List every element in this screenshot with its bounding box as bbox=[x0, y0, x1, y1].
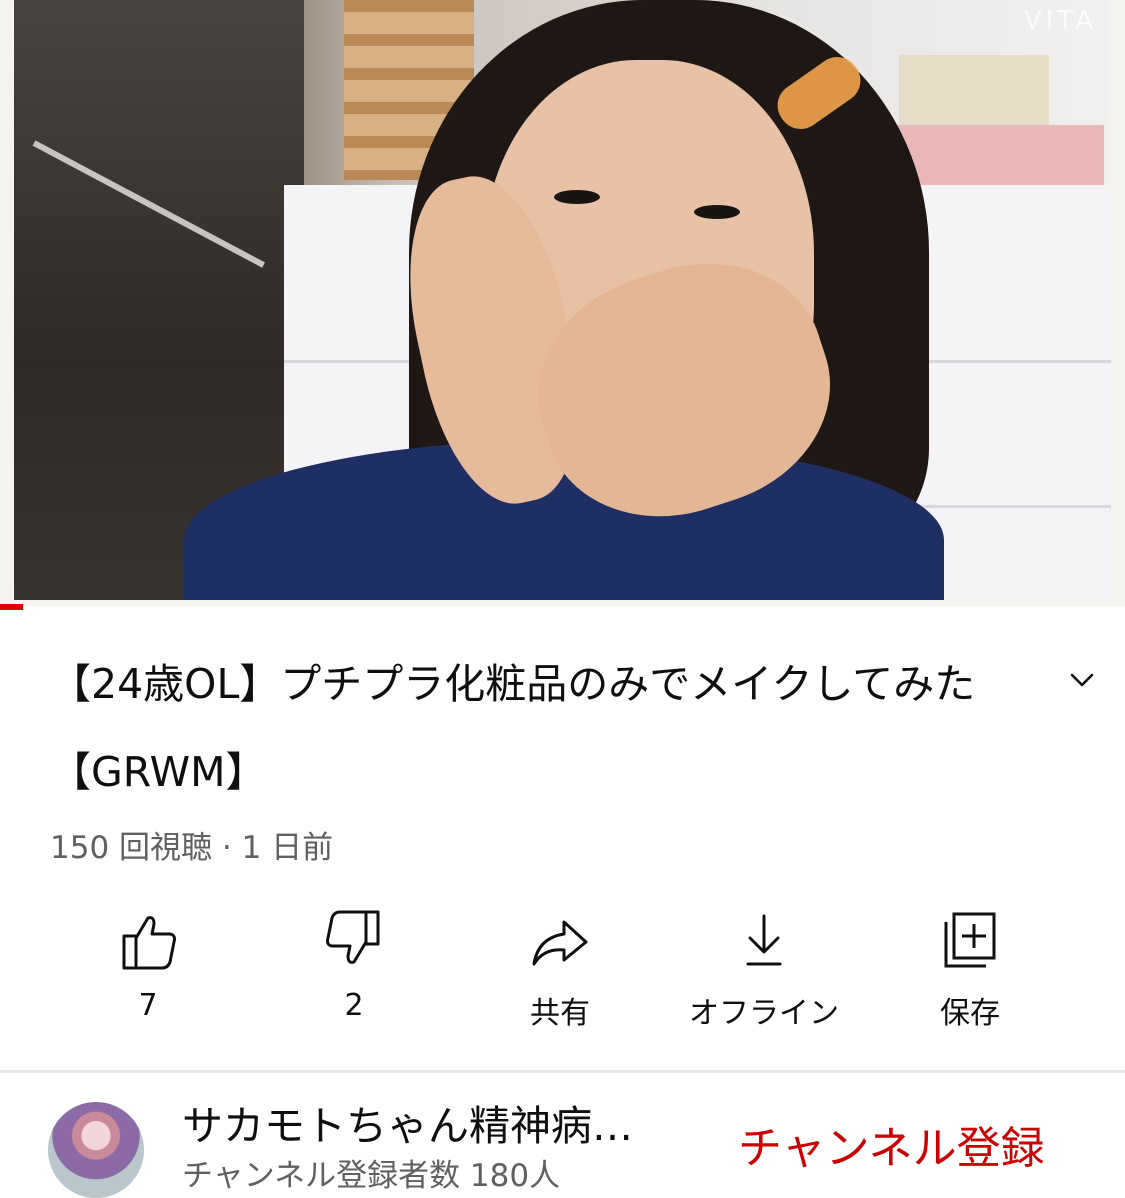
save-button[interactable]: 保存 bbox=[870, 900, 1070, 1031]
download-button[interactable]: オフライン bbox=[664, 900, 864, 1031]
video-player[interactable]: VITA bbox=[0, 0, 1125, 606]
channel-avatar[interactable] bbox=[48, 1102, 144, 1198]
channel-subscriber-count: チャンネル登録者数 180人 bbox=[182, 1158, 561, 1194]
dislike-button[interactable]: 2 bbox=[254, 900, 454, 1030]
channel-name[interactable]: サカモトちゃん精神病… bbox=[182, 1092, 702, 1152]
share-button[interactable]: 共有 bbox=[460, 900, 660, 1031]
like-count: 7 bbox=[138, 988, 158, 1023]
video-actions-bar: 7 2 共有 オフライン 保存 bbox=[0, 900, 1125, 1031]
share-label: 共有 bbox=[530, 996, 590, 1031]
video-background-books bbox=[899, 55, 1049, 130]
video-person-eye bbox=[554, 190, 600, 204]
thumbs-down-icon bbox=[326, 910, 380, 964]
thumbs-up-icon bbox=[122, 916, 176, 970]
video-progress-bar[interactable] bbox=[0, 604, 23, 610]
section-divider bbox=[0, 1070, 1125, 1073]
dislike-count: 2 bbox=[344, 988, 364, 1023]
video-title[interactable]: 【24歳OL】プチプラ化粧品のみでメイクしてみた【GRWM】 bbox=[50, 640, 1010, 816]
chevron-down-icon[interactable] bbox=[1062, 660, 1102, 700]
video-watermark: VITA bbox=[1023, 6, 1097, 36]
share-icon bbox=[532, 920, 588, 966]
save-label: 保存 bbox=[940, 996, 1000, 1031]
save-to-playlist-icon bbox=[944, 912, 996, 968]
video-view-meta: 150 回視聴 · 1 日前 bbox=[50, 830, 334, 866]
download-icon bbox=[746, 914, 782, 966]
subscribe-button[interactable]: チャンネル登録 bbox=[738, 1112, 1045, 1176]
download-label: オフライン bbox=[689, 996, 839, 1031]
like-button[interactable]: 7 bbox=[48, 900, 248, 1030]
video-person-eye bbox=[694, 205, 740, 219]
video-frame[interactable] bbox=[14, 0, 1111, 600]
